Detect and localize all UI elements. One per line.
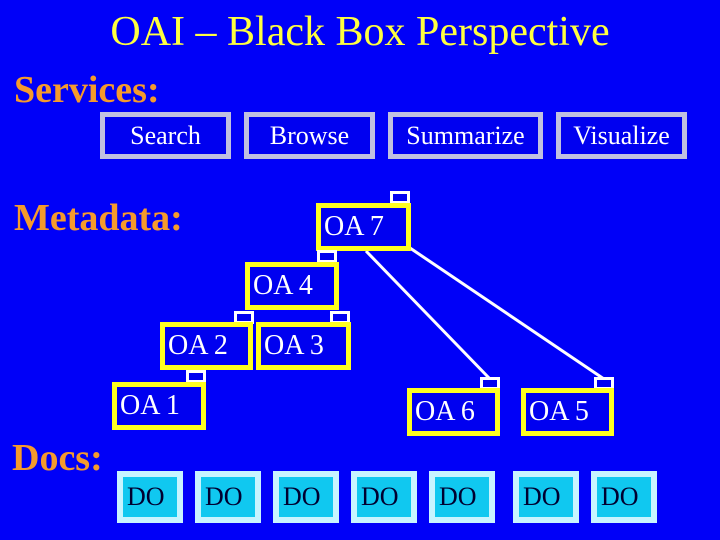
doc-object[interactable]: DO [351, 471, 417, 523]
doc-object[interactable]: DO [117, 471, 183, 523]
archive-oa4[interactable]: OA 4 [245, 262, 339, 310]
doc-object[interactable]: DO [429, 471, 495, 523]
doc-object[interactable]: DO [273, 471, 339, 523]
link-oa7-oa5 [409, 246, 605, 381]
archive-oa1[interactable]: OA 1 [112, 382, 206, 430]
archive-oa7[interactable]: OA 7 [316, 203, 411, 251]
archive-oa3[interactable]: OA 3 [256, 322, 351, 370]
archive-oa6[interactable]: OA 6 [407, 388, 500, 436]
archive-oa5[interactable]: OA 5 [521, 388, 614, 436]
doc-object[interactable]: DO [513, 471, 579, 523]
archive-oa2[interactable]: OA 2 [160, 322, 253, 370]
connection-lines [364, 246, 605, 381]
doc-object[interactable]: DO [195, 471, 261, 523]
link-oa7-oa6 [364, 249, 492, 381]
doc-object[interactable]: DO [591, 471, 657, 523]
